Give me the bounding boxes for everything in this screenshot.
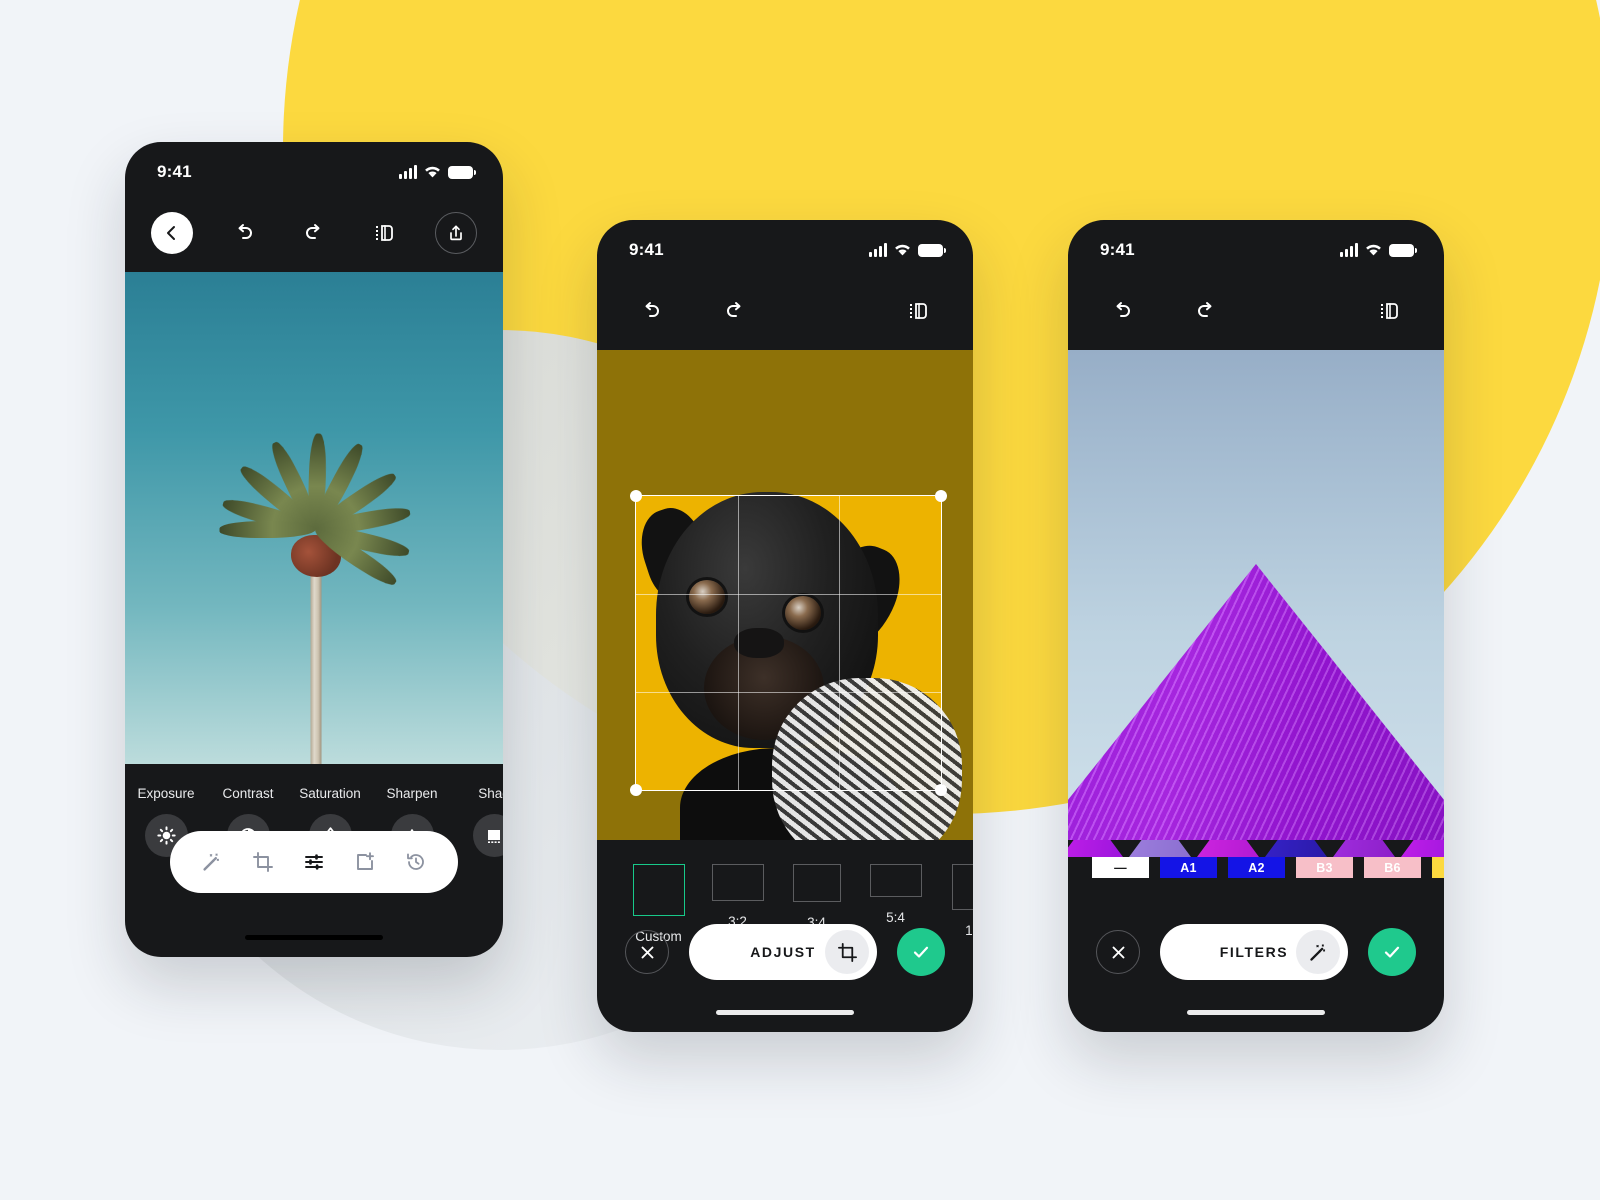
cancel-button[interactable] <box>1096 930 1140 974</box>
redo-icon <box>306 224 320 239</box>
compare-button[interactable] <box>899 291 939 331</box>
adjustment-label: Contrast <box>222 786 274 801</box>
ratio-option-5-4[interactable]: 5:4 <box>856 864 935 925</box>
palm-tree-photo[interactable] <box>125 272 503 764</box>
redo-button[interactable] <box>294 213 334 253</box>
magic-wand-icon[interactable] <box>1296 930 1340 974</box>
magic-wand-icon[interactable] <box>195 845 229 879</box>
wifi-icon <box>895 244 910 255</box>
wifi-icon <box>425 166 440 177</box>
cellular-bars-icon <box>399 164 417 179</box>
share-button[interactable] <box>435 212 477 254</box>
palm-crown <box>213 412 418 590</box>
pug-subject <box>631 460 962 840</box>
mode-pill-filters[interactable]: FILTERS <box>1160 924 1348 980</box>
crop-icon[interactable] <box>825 930 869 974</box>
redo-button[interactable] <box>715 291 755 331</box>
crop-action-bar: ADJUST <box>597 924 973 980</box>
home-indicator <box>1187 1010 1325 1015</box>
mode-pill-adjust[interactable]: ADJUST <box>689 924 877 980</box>
before-after-compare-icon <box>375 225 393 241</box>
status-icons <box>869 242 946 257</box>
battery-full-icon <box>918 243 946 257</box>
add-frame-icon[interactable] <box>348 845 382 879</box>
editor-toolbar <box>1068 272 1444 350</box>
filter-label: A2 <box>1228 857 1285 878</box>
phone-filters-screen: 9:41 — A1 A2 B3 B6 FILTERS <box>1068 220 1444 1032</box>
pug-photo[interactable] <box>597 350 973 840</box>
status-clock: 9:41 <box>1100 240 1135 259</box>
phone-crop-screen: 9:41 Custom 3:2 3:4 5:4 1 ADJUST <box>597 220 973 1032</box>
undo-button[interactable] <box>631 291 671 331</box>
history-icon[interactable] <box>399 845 433 879</box>
battery-full-icon <box>1389 243 1417 257</box>
undo-icon <box>238 224 252 239</box>
status-icons <box>399 164 476 179</box>
home-indicator <box>716 1010 854 1015</box>
sliders-icon[interactable] <box>297 845 331 879</box>
filter-label: B3 <box>1296 857 1353 878</box>
confirm-button[interactable] <box>897 928 945 976</box>
crop-icon[interactable] <box>246 845 280 879</box>
status-clock: 9:41 <box>157 162 192 181</box>
adjustment-label: Shad <box>478 786 503 801</box>
filters-action-bar: FILTERS <box>1068 924 1444 980</box>
cellular-bars-icon <box>1340 242 1358 257</box>
before-after-compare-icon <box>1381 303 1398 319</box>
shadows-icon[interactable] <box>472 814 503 857</box>
undo-button[interactable] <box>224 213 264 253</box>
confirm-button[interactable] <box>1368 928 1416 976</box>
filter-label <box>1432 857 1444 878</box>
ratio-label: 5:4 <box>886 910 905 925</box>
status-bar: 9:41 <box>597 220 973 272</box>
status-icons <box>1340 242 1417 257</box>
undo-button[interactable] <box>1102 291 1142 331</box>
screenshot-stage: 9:41 Exposure Contrast Saturation Sharpe… <box>0 0 1600 1200</box>
redo-button[interactable] <box>1186 291 1226 331</box>
compare-button[interactable] <box>365 213 405 253</box>
battery-full-icon <box>448 165 476 179</box>
ratio-option-3-2[interactable]: 3:2 <box>698 864 777 929</box>
status-clock: 9:41 <box>629 240 664 259</box>
status-bar: 9:41 <box>125 142 503 194</box>
check-icon <box>1384 946 1400 958</box>
home-indicator <box>245 935 383 940</box>
close-icon <box>1112 946 1124 958</box>
back-button[interactable] <box>151 212 193 254</box>
check-icon <box>913 946 929 958</box>
redo-icon <box>727 302 741 317</box>
mode-label: FILTERS <box>1219 944 1289 960</box>
close-icon <box>641 946 653 958</box>
filter-label: — <box>1092 857 1149 878</box>
before-after-compare-icon <box>910 303 927 319</box>
editor-toolbar <box>125 194 503 272</box>
redo-icon <box>1198 302 1212 317</box>
undo-icon <box>1116 302 1130 317</box>
phone-adjust-screen: 9:41 Exposure Contrast Saturation Sharpe… <box>125 142 503 957</box>
adjustment-label: Sharpen <box>386 786 438 801</box>
mode-label: ADJUST <box>750 944 816 960</box>
adjustment-shadows[interactable]: Shad <box>453 786 503 857</box>
purple-building-photo[interactable] <box>1068 350 1444 840</box>
wifi-icon <box>1366 244 1381 255</box>
adjustment-label: Exposure <box>137 786 195 801</box>
undo-icon <box>645 302 659 317</box>
adjustment-label: Saturation <box>299 786 361 801</box>
cellular-bars-icon <box>869 242 887 257</box>
status-bar: 9:41 <box>1068 220 1444 272</box>
cancel-button[interactable] <box>625 930 669 974</box>
share-icon <box>450 225 462 241</box>
ratio-option-3-4[interactable]: 3:4 <box>777 864 856 930</box>
editor-toolbar <box>597 272 973 350</box>
filter-label: B6 <box>1364 857 1421 878</box>
editor-tool-pill[interactable] <box>170 831 458 893</box>
filter-label: A1 <box>1160 857 1217 878</box>
compare-button[interactable] <box>1370 291 1410 331</box>
